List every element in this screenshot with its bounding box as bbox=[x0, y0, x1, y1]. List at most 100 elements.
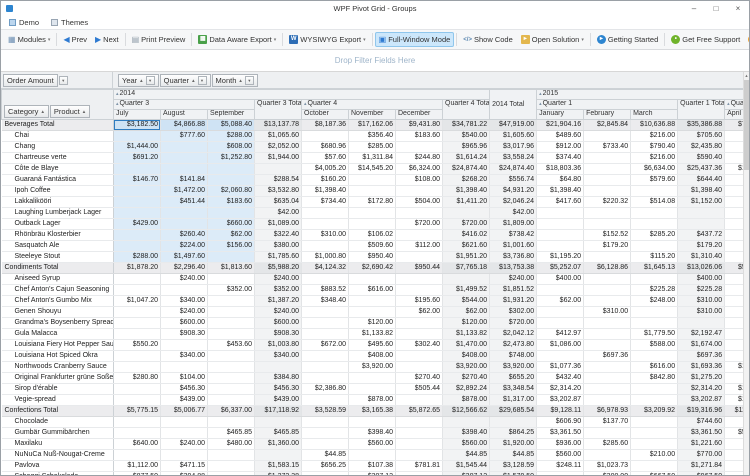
pivot-cell[interactable]: $720.00 bbox=[443, 219, 490, 230]
pivot-cell[interactable]: $456.30 bbox=[255, 384, 302, 395]
pivot-cell[interactable] bbox=[255, 450, 302, 461]
row-header[interactable]: Genen Shouyu bbox=[2, 307, 114, 318]
pivot-cell[interactable]: $183.60 bbox=[208, 197, 255, 208]
pivot-cell[interactable]: $1,785.60 bbox=[255, 252, 302, 263]
pivot-cell[interactable] bbox=[208, 461, 255, 472]
pivot-cell[interactable]: $1,444.00 bbox=[114, 142, 161, 153]
pivot-cell[interactable] bbox=[302, 373, 349, 384]
row-header[interactable]: Louisiana Fiery Hot Pepper Sauce bbox=[2, 340, 114, 351]
data-aware-export-button[interactable]: ▦ Data Aware Export ▾ bbox=[194, 32, 280, 47]
pivot-cell[interactable] bbox=[584, 208, 631, 219]
pivot-cell[interactable]: $705.60 bbox=[678, 131, 725, 142]
pivot-cell[interactable] bbox=[208, 384, 255, 395]
pivot-cell[interactable]: $288.00 bbox=[208, 131, 255, 142]
pivot-cell[interactable]: $3,361.50 bbox=[678, 428, 725, 439]
pivot-cell[interactable] bbox=[584, 362, 631, 373]
pivot-cell[interactable]: $146.70 bbox=[114, 175, 161, 186]
pivot-cell[interactable]: $285.60 bbox=[584, 439, 631, 450]
pivot-cell[interactable] bbox=[584, 329, 631, 340]
pivot-cell[interactable] bbox=[208, 450, 255, 461]
pivot-cell[interactable]: $4,866.88 bbox=[161, 120, 208, 131]
pivot-cell[interactable]: $2,296.40 bbox=[161, 263, 208, 274]
pivot-cell[interactable]: $416.02 bbox=[443, 230, 490, 241]
pivot-cell[interactable]: $57.60 bbox=[302, 153, 349, 164]
pivot-cell[interactable]: $1,195.20 bbox=[537, 252, 584, 263]
pivot-cell[interactable] bbox=[584, 373, 631, 384]
pivot-cell[interactable] bbox=[302, 395, 349, 406]
pivot-cell[interactable]: $285.20 bbox=[631, 230, 678, 241]
field-filter-icon[interactable]: ▼ bbox=[198, 76, 207, 85]
pivot-cell[interactable]: $1,360.00 bbox=[255, 439, 302, 450]
pivot-cell[interactable]: $878.00 bbox=[443, 395, 490, 406]
pivot-cell[interactable]: $310.00 bbox=[584, 307, 631, 318]
pivot-cell[interactable] bbox=[114, 241, 161, 252]
row-header[interactable]: Chocolade bbox=[2, 417, 114, 428]
pivot-cell[interactable] bbox=[396, 230, 443, 241]
pivot-cell[interactable]: $3,202.87 bbox=[678, 395, 725, 406]
pivot-cell[interactable]: $21,904.16 bbox=[537, 120, 584, 131]
pivot-cell[interactable]: $1,809.00 bbox=[490, 219, 537, 230]
pivot-cell[interactable]: $655.20 bbox=[490, 373, 537, 384]
pivot-cell[interactable]: $456.30 bbox=[161, 384, 208, 395]
pivot-cell[interactable]: $1,398.40 bbox=[678, 186, 725, 197]
pivot-cell[interactable] bbox=[584, 175, 631, 186]
close-button[interactable]: × bbox=[727, 4, 749, 13]
row-header[interactable]: Condiments Total bbox=[2, 263, 114, 274]
pivot-cell[interactable]: $437.72 bbox=[678, 230, 725, 241]
pivot-cell[interactable] bbox=[396, 450, 443, 461]
pivot-cell[interactable] bbox=[161, 417, 208, 428]
column-header-october[interactable]: October bbox=[302, 110, 349, 120]
pivot-cell[interactable]: $195.60 bbox=[396, 296, 443, 307]
pivot-cell[interactable]: $504.00 bbox=[396, 197, 443, 208]
pivot-cell[interactable]: $3,920.00 bbox=[443, 362, 490, 373]
pivot-cell[interactable]: $17,118.92 bbox=[255, 406, 302, 417]
pivot-cell[interactable] bbox=[396, 395, 443, 406]
row-header[interactable]: Ipoh Coffee bbox=[2, 186, 114, 197]
pivot-cell[interactable]: $268.20 bbox=[443, 175, 490, 186]
pivot-cell[interactable] bbox=[349, 175, 396, 186]
tab-themes[interactable]: Themes bbox=[51, 18, 88, 27]
row-header[interactable]: Laughing Lumberjack Lager bbox=[2, 208, 114, 219]
pivot-cell[interactable]: $1,398.40 bbox=[537, 186, 584, 197]
pivot-cell[interactable]: $1,497.60 bbox=[161, 252, 208, 263]
pivot-cell[interactable] bbox=[208, 164, 255, 175]
pivot-cell[interactable]: $225.28 bbox=[631, 285, 678, 296]
pivot-cell[interactable]: $6,337.00 bbox=[208, 406, 255, 417]
pivot-cell[interactable]: $3,361.50 bbox=[537, 428, 584, 439]
order-amount-field-button[interactable]: Order Amount bbox=[3, 74, 58, 87]
pivot-cell[interactable] bbox=[537, 230, 584, 241]
column-header-quarter-3[interactable]: ▴Quarter 3 bbox=[114, 100, 255, 110]
pivot-cell[interactable] bbox=[302, 131, 349, 142]
pivot-cell[interactable]: $2,046.24 bbox=[490, 197, 537, 208]
pivot-cell[interactable]: $408.00 bbox=[349, 351, 396, 362]
pivot-cell[interactable] bbox=[114, 428, 161, 439]
pivot-cell[interactable]: $64.80 bbox=[537, 175, 584, 186]
pivot-cell[interactable] bbox=[396, 252, 443, 263]
column-header-january[interactable]: January bbox=[537, 110, 584, 120]
pivot-cell[interactable]: $432.40 bbox=[537, 373, 584, 384]
pivot-cell[interactable] bbox=[161, 450, 208, 461]
pivot-cell[interactable] bbox=[208, 175, 255, 186]
pivot-cell[interactable] bbox=[114, 395, 161, 406]
pivot-cell[interactable] bbox=[631, 351, 678, 362]
pivot-cell[interactable]: $248.11 bbox=[537, 461, 584, 472]
pivot-cell[interactable] bbox=[349, 186, 396, 197]
prev-button[interactable]: ◀ Prev bbox=[59, 32, 91, 47]
pivot-cell[interactable]: $12,566.62 bbox=[443, 406, 490, 417]
pivot-cell[interactable]: $1,317.00 bbox=[490, 395, 537, 406]
pivot-cell[interactable]: $908.30 bbox=[255, 329, 302, 340]
pivot-cell[interactable]: $1,470.00 bbox=[443, 340, 490, 351]
pivot-cell[interactable] bbox=[114, 307, 161, 318]
pivot-cell[interactable] bbox=[631, 208, 678, 219]
pivot-cell[interactable]: $514.08 bbox=[631, 197, 678, 208]
pivot-cell[interactable]: $310.00 bbox=[678, 307, 725, 318]
pivot-cell[interactable]: $2,690.42 bbox=[349, 263, 396, 274]
pivot-cell[interactable] bbox=[114, 362, 161, 373]
pivot-cell[interactable]: $1,047.20 bbox=[114, 296, 161, 307]
pivot-cell[interactable]: $781.81 bbox=[396, 461, 443, 472]
pivot-cell[interactable] bbox=[114, 417, 161, 428]
pivot-cell[interactable]: $1,951.20 bbox=[443, 252, 490, 263]
pivot-cell[interactable]: $44.85 bbox=[490, 450, 537, 461]
pivot-cell[interactable]: $179.20 bbox=[678, 241, 725, 252]
pivot-cell[interactable]: $1,693.36 bbox=[678, 362, 725, 373]
